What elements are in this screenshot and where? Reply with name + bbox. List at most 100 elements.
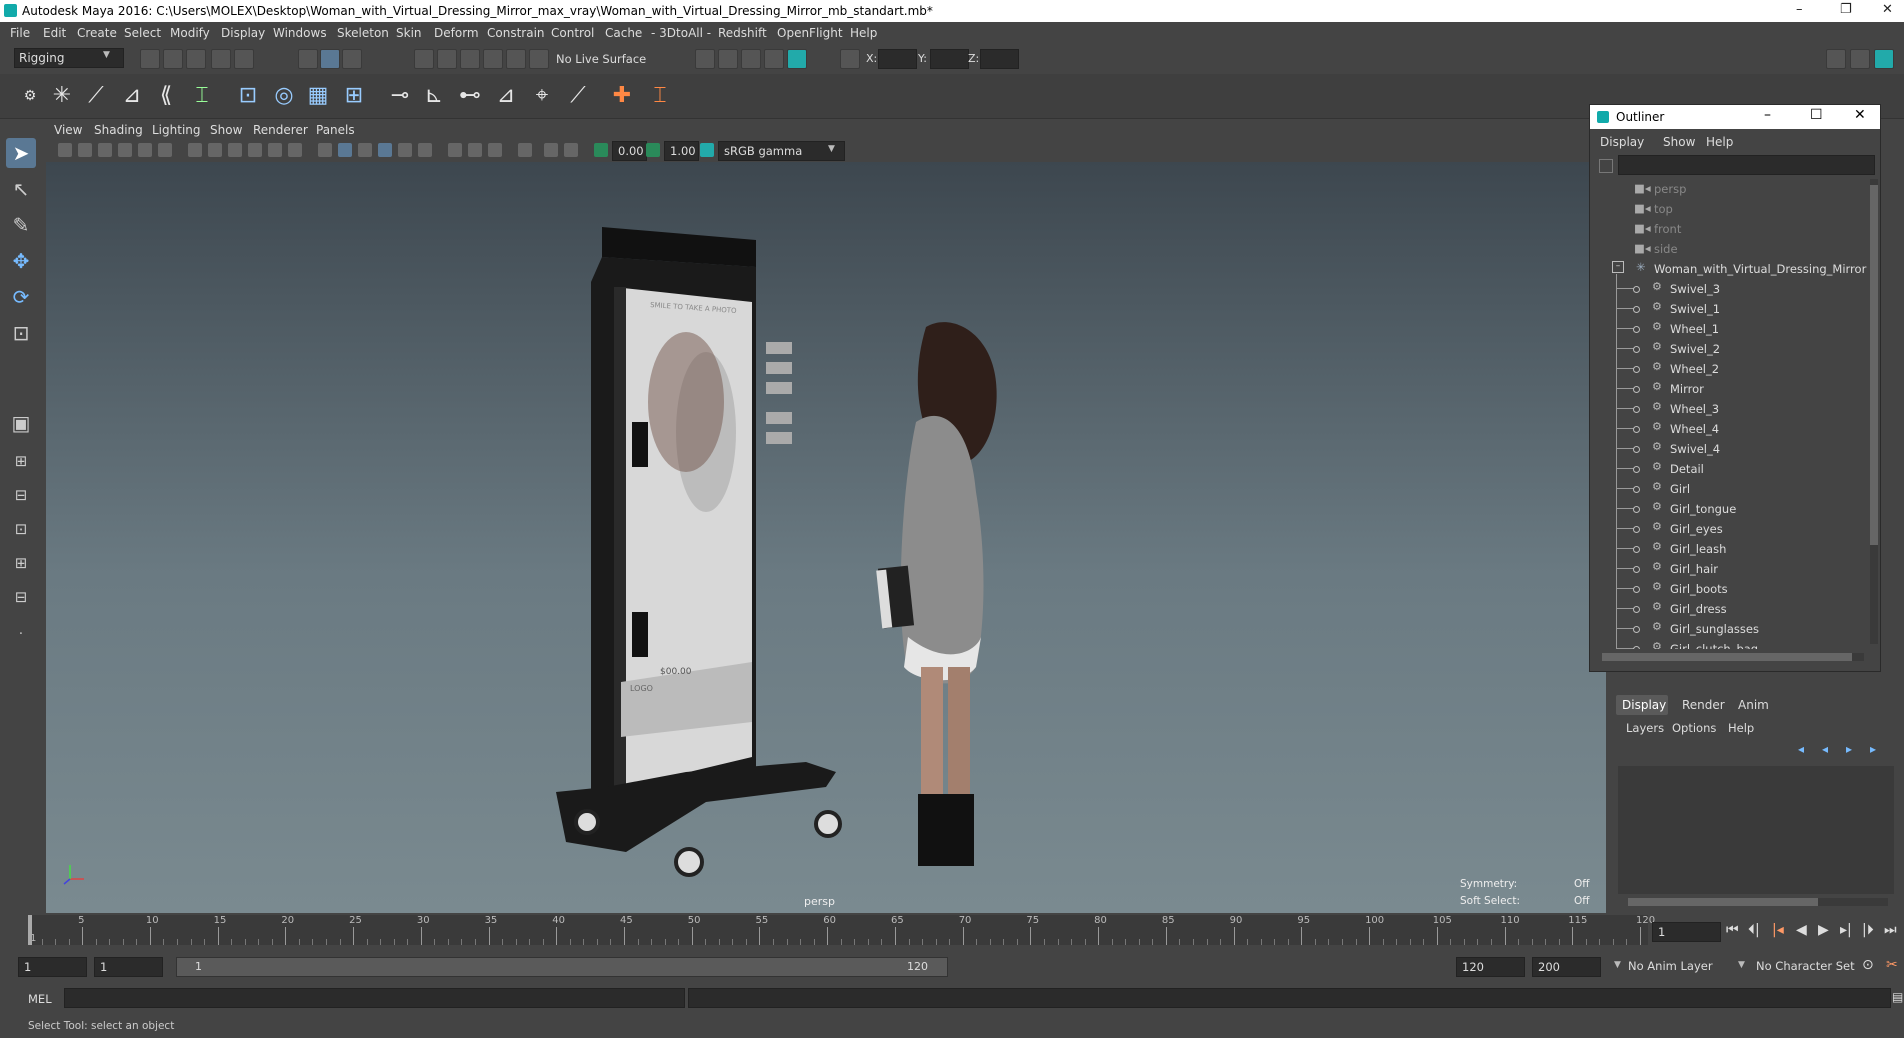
outliner-item-girl-eyes[interactable]: ⚙ Girl_eyes xyxy=(1590,519,1860,539)
move-layer-down-icon[interactable]: ◂ xyxy=(1822,742,1828,756)
play-backwards-icon[interactable]: ◀ xyxy=(1796,922,1807,938)
new-scene-icon[interactable] xyxy=(140,49,160,69)
node-expand-icon[interactable] xyxy=(1633,326,1640,333)
node-expand-icon[interactable] xyxy=(1633,306,1640,313)
bookmark-icon[interactable] xyxy=(98,143,112,157)
node-expand-icon[interactable] xyxy=(1633,346,1640,353)
node-expand-icon[interactable] xyxy=(1633,526,1640,533)
ik-handle-icon[interactable]: ⟋ xyxy=(80,80,112,112)
node-expand-icon[interactable] xyxy=(1633,466,1640,473)
collapse-icon[interactable]: – xyxy=(1612,261,1624,273)
outliner-item-detail[interactable]: ⚙ Detail xyxy=(1590,459,1860,479)
field-chart-icon[interactable] xyxy=(268,143,282,157)
insert-joint-icon[interactable]: ⟪ xyxy=(150,80,182,112)
gamma-icon[interactable] xyxy=(646,143,660,157)
playback-end-field[interactable]: 120 xyxy=(1456,957,1525,977)
color-space-dropdown[interactable]: sRGB gamma xyxy=(718,141,845,161)
wireframe-icon[interactable] xyxy=(318,143,332,157)
command-input[interactable] xyxy=(64,988,685,1008)
exposure-icon[interactable] xyxy=(594,143,608,157)
rotate-tool-icon[interactable]: ⟳ xyxy=(6,282,36,312)
menu-deform[interactable]: Deform xyxy=(434,26,479,40)
grid-icon[interactable] xyxy=(188,143,202,157)
outliner-item-persp[interactable]: ■◂ persp xyxy=(1590,179,1860,199)
outliner-item-wheel-2[interactable]: ⚙ Wheel_2 xyxy=(1590,359,1860,379)
command-language-label[interactable]: MEL xyxy=(28,992,52,1006)
layer-menu-options[interactable]: Options xyxy=(1672,721,1716,735)
node-expand-icon[interactable] xyxy=(1633,546,1640,553)
restore-button[interactable]: ❐ xyxy=(1840,2,1852,17)
layout-options-icon[interactable]: · xyxy=(6,620,36,650)
single-perspective-layout-icon[interactable]: ⊞ xyxy=(6,446,36,476)
scale-constraint-icon[interactable]: ⊿ xyxy=(490,80,522,112)
redo-icon[interactable] xyxy=(234,49,254,69)
aim-constraint-icon[interactable]: ⊾ xyxy=(418,80,450,112)
ik-spline-icon[interactable]: ⊿ xyxy=(116,80,148,112)
outliner-search-input[interactable] xyxy=(1618,155,1875,175)
x-field[interactable] xyxy=(878,49,917,69)
hypershade-icon[interactable] xyxy=(764,49,784,69)
outliner-close-button[interactable]: ✕ xyxy=(1854,107,1866,123)
play-forwards-icon[interactable]: ▶ xyxy=(1818,922,1829,938)
node-expand-icon[interactable] xyxy=(1633,506,1640,513)
outliner-item-front[interactable]: ■◂ front xyxy=(1590,219,1860,239)
outliner-item-swivel-3[interactable]: ⚙ Swivel_3 xyxy=(1590,279,1860,299)
ipr-render-icon[interactable] xyxy=(718,49,738,69)
lattice-icon[interactable]: ▦ xyxy=(302,80,334,112)
outliner-menu-display[interactable]: Display xyxy=(1600,135,1644,149)
step-back-key-icon[interactable]: |◂ xyxy=(1772,922,1784,938)
render-current-frame-icon[interactable] xyxy=(695,49,715,69)
outliner-item-swivel-2[interactable]: ⚙ Swivel_2 xyxy=(1590,339,1860,359)
outliner-item-girl-dress[interactable]: ⚙ Girl_dress xyxy=(1590,599,1860,619)
outliner-maximize-button[interactable]: ☐ xyxy=(1810,107,1823,123)
pole-vector-icon[interactable]: ⟋ xyxy=(562,80,594,112)
outliner-menu-help[interactable]: Help xyxy=(1706,135,1733,149)
node-expand-icon[interactable] xyxy=(1633,386,1640,393)
outliner-vertical-scrollbar[interactable] xyxy=(1870,179,1878,644)
gamma-field[interactable]: 1.00 xyxy=(664,141,699,161)
paint-select-icon[interactable]: ✎ xyxy=(6,210,36,240)
create-ik-fk-icon[interactable]: ⌶ xyxy=(644,80,676,112)
playback-start-field[interactable]: 1 xyxy=(94,957,163,977)
node-expand-icon[interactable] xyxy=(1633,286,1640,293)
step-back-icon[interactable]: ⏴| xyxy=(1748,922,1760,938)
panel-menu-panels[interactable]: Panels xyxy=(316,123,355,137)
grease-pencil-icon[interactable] xyxy=(158,143,172,157)
two-d-pan-icon[interactable] xyxy=(138,143,152,157)
character-set-dropdown[interactable]: ▼ No Character Set xyxy=(1738,957,1868,975)
step-forward-icon[interactable]: |⏵ xyxy=(1862,922,1874,938)
xray-icon[interactable] xyxy=(468,143,482,157)
outliner-item-girl-hair[interactable]: ⚙ Girl_hair xyxy=(1590,559,1860,579)
step-forward-key-icon[interactable]: ▸| xyxy=(1840,922,1852,938)
outliner-item-wheel-1[interactable]: ⚙ Wheel_1 xyxy=(1590,319,1860,339)
new-layer-icon[interactable]: ▸ xyxy=(1846,742,1852,756)
save-scene-icon[interactable] xyxy=(186,49,206,69)
node-expand-icon[interactable] xyxy=(1633,606,1640,613)
tab-render[interactable]: Render xyxy=(1676,695,1726,715)
hud-icon[interactable] xyxy=(544,143,558,157)
panel-menu-show[interactable]: Show xyxy=(210,123,242,137)
node-expand-icon[interactable] xyxy=(1633,646,1640,649)
isolate-select-icon[interactable] xyxy=(448,143,462,157)
joint-tool-icon[interactable]: ✳ xyxy=(46,80,78,112)
outliner-minimize-button[interactable]: – xyxy=(1764,107,1771,123)
menu-skin[interactable]: Skin xyxy=(396,26,422,40)
menu-file[interactable]: File xyxy=(10,26,30,40)
tab-display[interactable]: Display xyxy=(1616,695,1668,715)
outliner-item-girl-sunglasses[interactable]: ⚙ Girl_sunglasses xyxy=(1590,619,1860,639)
four-view-layout-icon[interactable]: ⊟ xyxy=(6,480,36,510)
y-field[interactable] xyxy=(930,49,969,69)
outliner-item-side[interactable]: ■◂ side xyxy=(1590,239,1860,259)
snap-point-icon[interactable] xyxy=(460,49,480,69)
outliner-item-swivel-1[interactable]: ⚙ Swivel_1 xyxy=(1590,299,1860,319)
layer-horizontal-scrollbar[interactable] xyxy=(1628,898,1888,906)
snap-surface-icon[interactable] xyxy=(506,49,526,69)
minimize-button[interactable]: – xyxy=(1796,2,1803,17)
channel-box-icon[interactable] xyxy=(1874,49,1894,69)
persp-hypershade-layout-icon[interactable]: ⊟ xyxy=(6,582,36,612)
outliner-item-girl-boots[interactable]: ⚙ Girl_boots xyxy=(1590,579,1860,599)
menu-3dtoall[interactable]: - 3DtoAll - xyxy=(651,26,711,40)
move-tool-icon[interactable]: ✥ xyxy=(6,246,36,276)
layer-menu-layers[interactable]: Layers xyxy=(1626,721,1664,735)
locator-icon[interactable]: ✚ xyxy=(606,80,638,112)
